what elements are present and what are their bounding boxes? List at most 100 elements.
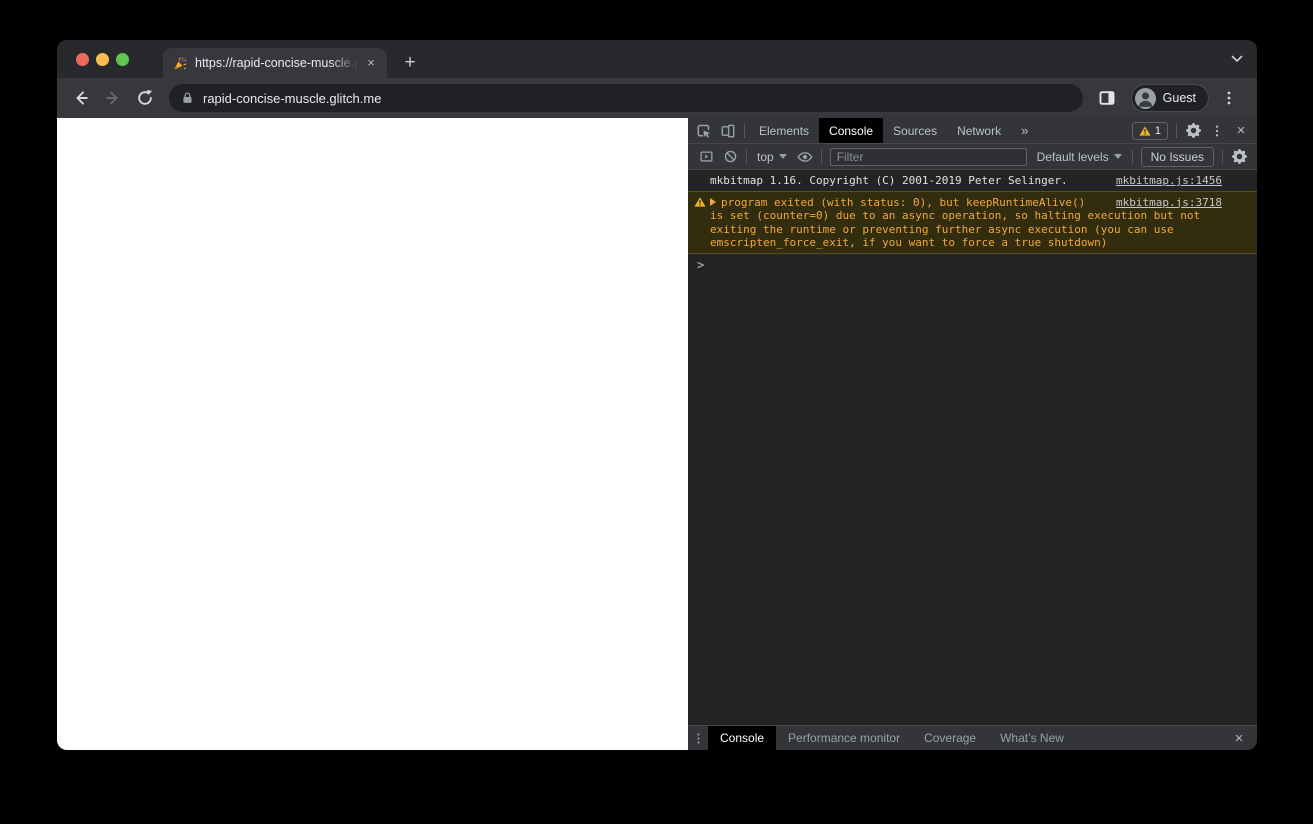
clear-console-button[interactable] <box>718 146 742 168</box>
expand-triangle-icon[interactable] <box>710 197 716 206</box>
side-panel-icon <box>1099 91 1115 105</box>
forward-button[interactable] <box>99 84 127 112</box>
console-sidebar-icon <box>699 151 712 162</box>
drawer-tab-label: What’s New <box>1000 731 1064 745</box>
separator <box>1222 149 1223 164</box>
warning-triangle-icon <box>694 196 706 207</box>
more-tabs-button[interactable]: » <box>1011 118 1038 143</box>
close-window-button[interactable] <box>76 53 89 66</box>
tab-console[interactable]: Console <box>819 118 884 143</box>
message-body: mkbitmap.js:3718 program exited (with st… <box>710 196 1222 250</box>
warnings-badge[interactable]: 1 <box>1131 121 1168 140</box>
live-expression-button[interactable] <box>793 146 817 168</box>
browser-menu-button[interactable] <box>1215 84 1243 112</box>
log-levels-selector[interactable]: Default levels <box>1031 150 1128 164</box>
gear-icon <box>1231 149 1247 164</box>
log-levels-label: Default levels <box>1036 149 1109 164</box>
prompt-chevron: > <box>697 257 705 272</box>
console-message-log: mkbitmap.js:1456 mkbitmap 1.16. Copyrigh… <box>688 170 1257 192</box>
source-link[interactable]: mkbitmap.js:3718 <box>1116 196 1222 210</box>
devtools-menu-button[interactable] <box>1205 120 1229 142</box>
console-prompt[interactable]: > <box>688 254 1257 278</box>
tab-sources[interactable]: Sources <box>883 118 947 143</box>
eye-icon <box>797 151 813 162</box>
tab-label: Sources <box>893 123 938 138</box>
forward-arrow-icon <box>106 91 118 105</box>
separator <box>746 149 747 164</box>
devtools-tabbar: Elements Console Sources Network » 1 × <box>688 118 1257 144</box>
devtools-drawer: Console Performance monitor Coverage Wha… <box>688 725 1257 750</box>
message-body: mkbitmap.js:1456 mkbitmap 1.16. Copyrigh… <box>710 174 1222 188</box>
reload-icon <box>138 90 153 105</box>
kebab-menu-icon <box>696 732 700 744</box>
kebab-menu-icon <box>1227 91 1231 105</box>
source-link[interactable]: mkbitmap.js:1456 <box>1116 174 1222 188</box>
console-message-warning: mkbitmap.js:3718 program exited (with st… <box>688 190 1257 254</box>
lock-icon[interactable] <box>181 91 194 105</box>
separator <box>744 123 745 138</box>
tab-label: Console <box>829 123 874 138</box>
warning-triangle-icon <box>1139 125 1151 136</box>
browser-toolbar: rapid-concise-muscle.glitch.me Guest <box>57 78 1257 118</box>
console-settings-button[interactable] <box>1227 146 1251 168</box>
filter-input[interactable] <box>829 147 1027 166</box>
drawer-tab-console[interactable]: Console <box>708 726 777 750</box>
dropdown-caret-icon <box>778 154 787 159</box>
device-toolbar-button[interactable] <box>716 120 740 142</box>
context-selector[interactable]: top <box>751 150 793 164</box>
desktop-background: { "browser": { "tab": { "title": "https:… <box>0 0 1313 824</box>
browser-window: https://rapid-concise-muscle.g × + rapid… <box>57 40 1257 750</box>
console-messages: mkbitmap.js:1456 mkbitmap 1.16. Copyrigh… <box>688 170 1257 725</box>
page-viewport <box>57 118 688 750</box>
tab-network[interactable]: Network <box>947 118 1011 143</box>
back-arrow-icon <box>76 91 88 105</box>
drawer-tab-whats-new[interactable]: What’s New <box>988 726 1076 750</box>
devtools-settings-button[interactable] <box>1181 120 1205 142</box>
issues-button[interactable]: No Issues <box>1140 146 1214 167</box>
console-toolbar: top Default levels No Issues <box>688 144 1257 170</box>
devtools-panel: Elements Console Sources Network » 1 × t… <box>688 118 1257 750</box>
avatar <box>1134 87 1156 109</box>
tab-title: https://rapid-concise-muscle.g <box>195 56 362 70</box>
address-bar[interactable]: rapid-concise-muscle.glitch.me <box>169 84 1083 112</box>
back-button[interactable] <box>67 84 95 112</box>
device-toolbar-icon <box>721 124 735 137</box>
drawer-menu-button[interactable] <box>688 727 708 749</box>
tab-close-button[interactable]: × <box>363 55 379 71</box>
tab-label: Network <box>957 123 1002 138</box>
kebab-menu-icon <box>1215 124 1219 137</box>
separator <box>1131 149 1133 164</box>
context-label: top <box>757 149 774 164</box>
browser-tab[interactable]: https://rapid-concise-muscle.g × <box>163 48 387 78</box>
drawer-tab-performance-monitor[interactable]: Performance monitor <box>776 726 912 750</box>
url-text: rapid-concise-muscle.glitch.me <box>203 90 382 106</box>
person-icon <box>1138 91 1152 107</box>
drawer-tab-label: Coverage <box>924 731 977 745</box>
zoom-window-button[interactable] <box>116 53 129 66</box>
tab-elements[interactable]: Elements <box>749 118 819 143</box>
separator <box>1176 123 1177 138</box>
profile-button[interactable]: Guest <box>1130 84 1209 112</box>
minimize-window-button[interactable] <box>96 53 109 66</box>
inspect-cursor-icon <box>697 124 711 138</box>
console-sidebar-toggle-button[interactable] <box>694 146 718 168</box>
profile-label: Guest <box>1162 91 1196 105</box>
reload-button[interactable] <box>131 84 159 112</box>
party-popper-favicon-icon <box>174 56 187 70</box>
drawer-tab-label: Performance monitor <box>788 731 901 745</box>
new-tab-button[interactable]: + <box>398 51 422 75</box>
drawer-close-button[interactable]: × <box>1227 727 1251 749</box>
tab-label: Elements <box>759 123 810 138</box>
inspect-element-button[interactable] <box>692 120 716 142</box>
window-controls <box>76 53 129 66</box>
drawer-tab-coverage[interactable]: Coverage <box>912 726 988 750</box>
gear-icon <box>1185 123 1201 138</box>
message-text: mkbitmap 1.16. Copyright (C) 2001-2019 P… <box>710 174 1068 187</box>
devtools-close-button[interactable]: × <box>1229 120 1253 142</box>
drawer-tab-label: Console <box>720 731 765 745</box>
titlebar: https://rapid-concise-muscle.g × + <box>57 40 1257 78</box>
side-panel-button[interactable] <box>1093 84 1121 112</box>
tab-search-chevron-icon[interactable] <box>1231 55 1243 63</box>
more-tabs-glyph: » <box>1021 123 1029 138</box>
window-content: Elements Console Sources Network » 1 × t… <box>57 118 1257 750</box>
